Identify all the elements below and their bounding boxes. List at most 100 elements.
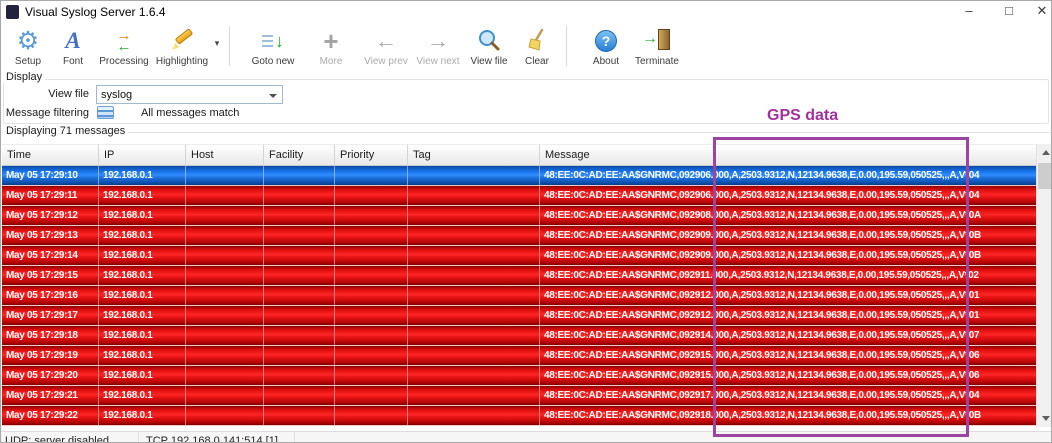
cell-host bbox=[186, 306, 264, 325]
table-row[interactable]: May 05 17:29:22 192.168.0.1 48:EE:0C:AD:… bbox=[2, 406, 1036, 426]
cell-message: 48:EE:0C:AD:EE:AA$GNRMC,092906.000,A,250… bbox=[540, 166, 1036, 185]
cell-message: 48:EE:0C:AD:EE:AA$GNRMC,092906.000,A,250… bbox=[540, 186, 1036, 205]
cell-host bbox=[186, 286, 264, 305]
column-header-message[interactable]: Message bbox=[540, 144, 1036, 166]
table-row[interactable]: May 05 17:29:20 192.168.0.1 48:EE:0C:AD:… bbox=[2, 366, 1036, 386]
cell-facility bbox=[264, 326, 335, 345]
cell-priority bbox=[335, 366, 408, 385]
cell-message: 48:EE:0C:AD:EE:AA$GNRMC,092912.000,A,250… bbox=[540, 306, 1036, 325]
table-row[interactable]: May 05 17:29:21 192.168.0.1 48:EE:0C:AD:… bbox=[2, 386, 1036, 406]
cell-ip: 192.168.0.1 bbox=[99, 386, 186, 405]
cell-time: May 05 17:29:12 bbox=[2, 206, 99, 225]
table-row[interactable]: May 05 17:29:12 192.168.0.1 48:EE:0C:AD:… bbox=[2, 206, 1036, 226]
arrow-left-icon: ← bbox=[375, 26, 397, 56]
filter-icon[interactable] bbox=[97, 106, 114, 119]
table-row[interactable]: May 05 17:29:15 192.168.0.1 48:EE:0C:AD:… bbox=[2, 266, 1036, 286]
cell-facility bbox=[264, 406, 335, 425]
filter-status-text: All messages match bbox=[141, 107, 239, 119]
status-bar: UDP: server disabled TCP 192.168.0.141:5… bbox=[1, 431, 1051, 443]
cell-message: 48:EE:0C:AD:EE:AA$GNRMC,092912.000,A,250… bbox=[540, 286, 1036, 305]
cell-tag bbox=[408, 346, 540, 365]
cell-priority bbox=[335, 246, 408, 265]
view-file-button[interactable]: View file bbox=[464, 24, 514, 67]
cell-tag bbox=[408, 186, 540, 205]
view-file-label: View file bbox=[470, 56, 507, 67]
arrow-right-icon: → bbox=[427, 26, 449, 56]
terminate-button[interactable]: → Terminate bbox=[629, 24, 685, 67]
highlighting-dropdown[interactable]: ▾ bbox=[211, 24, 223, 49]
table-row[interactable]: May 05 17:29:19 192.168.0.1 48:EE:0C:AD:… bbox=[2, 346, 1036, 366]
cell-ip: 192.168.0.1 bbox=[99, 326, 186, 345]
processing-button[interactable]: →← Processing bbox=[95, 24, 153, 67]
cell-facility bbox=[264, 206, 335, 225]
column-header-time[interactable]: Time bbox=[2, 144, 99, 166]
cell-time: May 05 17:29:21 bbox=[2, 386, 99, 405]
column-header-tag[interactable]: Tag bbox=[408, 144, 540, 166]
gps-data-annotation-label: GPS data bbox=[767, 107, 838, 125]
scroll-up-button[interactable] bbox=[1037, 144, 1052, 161]
column-header-ip[interactable]: IP bbox=[99, 144, 186, 166]
cell-tag bbox=[408, 286, 540, 305]
triangle-up-icon bbox=[1042, 150, 1050, 155]
clear-button[interactable]: Clear bbox=[514, 24, 560, 67]
combo-chevron-icon bbox=[269, 94, 277, 98]
cell-time: May 05 17:29:16 bbox=[2, 286, 99, 305]
font-icon: A bbox=[65, 26, 80, 56]
table-row[interactable]: May 05 17:29:13 192.168.0.1 48:EE:0C:AD:… bbox=[2, 226, 1036, 246]
cell-facility bbox=[264, 166, 335, 185]
column-header-priority[interactable]: Priority bbox=[335, 144, 408, 166]
scroll-down-button[interactable] bbox=[1037, 410, 1052, 427]
cell-host bbox=[186, 206, 264, 225]
cell-ip: 192.168.0.1 bbox=[99, 186, 186, 205]
cell-facility bbox=[264, 186, 335, 205]
cell-tag bbox=[408, 206, 540, 225]
highlighter-icon bbox=[167, 26, 197, 56]
setup-label: Setup bbox=[15, 56, 41, 67]
about-button[interactable]: ? About bbox=[583, 24, 629, 67]
cell-ip: 192.168.0.1 bbox=[99, 306, 186, 325]
window-title: Visual Syslog Server 1.6.4 bbox=[25, 5, 166, 19]
cell-ip: 192.168.0.1 bbox=[99, 346, 186, 365]
gear-icon: ⚙ bbox=[17, 26, 39, 56]
table-row[interactable]: May 05 17:29:17 192.168.0.1 48:EE:0C:AD:… bbox=[2, 306, 1036, 326]
highlighting-button[interactable]: Highlighting bbox=[153, 24, 211, 67]
cell-time: May 05 17:29:19 bbox=[2, 346, 99, 365]
table-row[interactable]: May 05 17:29:11 192.168.0.1 48:EE:0C:AD:… bbox=[2, 186, 1036, 206]
message-filtering-label: Message filtering bbox=[1, 107, 89, 119]
table-row[interactable]: May 05 17:29:18 192.168.0.1 48:EE:0C:AD:… bbox=[2, 326, 1036, 346]
plus-icon: + bbox=[323, 26, 338, 56]
cell-time: May 05 17:29:15 bbox=[2, 266, 99, 285]
cell-priority bbox=[335, 166, 408, 185]
table-row[interactable]: May 05 17:29:16 192.168.0.1 48:EE:0C:AD:… bbox=[2, 286, 1036, 306]
column-header-host[interactable]: Host bbox=[186, 144, 264, 166]
view-prev-button: ← View prev bbox=[360, 24, 412, 67]
cell-tag bbox=[408, 266, 540, 285]
about-label: About bbox=[593, 56, 619, 67]
table-row[interactable]: May 05 17:29:14 192.168.0.1 48:EE:0C:AD:… bbox=[2, 246, 1036, 266]
close-button[interactable]: ✕ bbox=[1027, 1, 1052, 23]
cell-priority bbox=[335, 286, 408, 305]
cell-host bbox=[186, 406, 264, 425]
cell-priority bbox=[335, 186, 408, 205]
goto-new-icon: ↓ bbox=[256, 26, 290, 56]
cell-message: 48:EE:0C:AD:EE:AA$GNRMC,092908.000,A,250… bbox=[540, 206, 1036, 225]
cell-tag bbox=[408, 306, 540, 325]
udp-status: UDP: server disabled bbox=[1, 432, 139, 443]
messages-group-label: Displaying 71 messages bbox=[3, 125, 128, 137]
cell-message: 48:EE:0C:AD:EE:AA$GNRMC,092915.000,A,250… bbox=[540, 346, 1036, 365]
vertical-scrollbar[interactable] bbox=[1036, 144, 1052, 427]
view-file-combobox[interactable]: syslog bbox=[96, 85, 283, 104]
font-button[interactable]: A Font bbox=[51, 24, 95, 67]
setup-button[interactable]: ⚙ Setup bbox=[5, 24, 51, 67]
goto-new-button[interactable]: ↓ Goto new bbox=[246, 24, 300, 67]
cell-ip: 192.168.0.1 bbox=[99, 166, 186, 185]
minimize-button[interactable]: – bbox=[954, 1, 984, 23]
view-file-field-label: View file bbox=[1, 88, 89, 100]
cell-message: 48:EE:0C:AD:EE:AA$GNRMC,092915.000,A,250… bbox=[540, 366, 1036, 385]
table-row[interactable]: May 05 17:29:10 192.168.0.1 48:EE:0C:AD:… bbox=[2, 166, 1036, 186]
cell-facility bbox=[264, 246, 335, 265]
column-header-facility[interactable]: Facility bbox=[264, 144, 335, 166]
triangle-down-icon bbox=[1042, 416, 1050, 421]
scrollbar-thumb[interactable] bbox=[1038, 163, 1052, 189]
maximize-button[interactable]: □ bbox=[994, 1, 1024, 23]
